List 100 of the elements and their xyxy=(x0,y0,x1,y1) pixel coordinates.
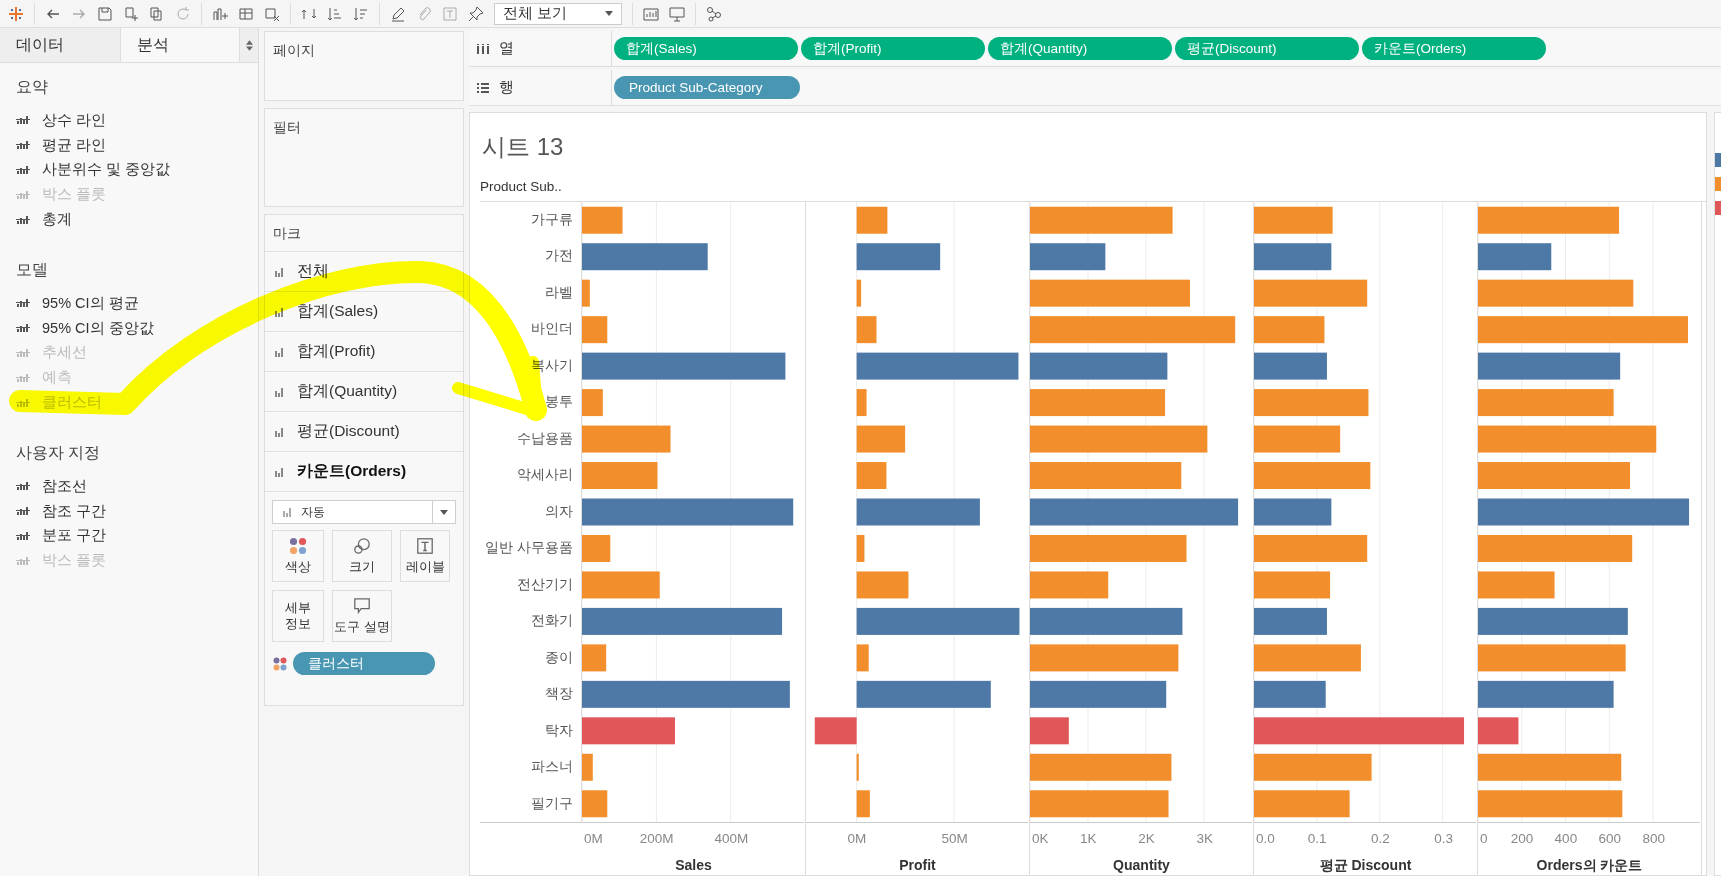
bar[interactable] xyxy=(1254,717,1465,745)
bar[interactable] xyxy=(1478,571,1555,599)
mark-property-button[interactable]: 세부 정보 xyxy=(272,590,324,642)
sort-descending-icon[interactable] xyxy=(353,5,369,22)
bar[interactable] xyxy=(1254,790,1350,818)
bar[interactable] xyxy=(582,498,794,526)
bar[interactable] xyxy=(1254,425,1341,453)
bar[interactable] xyxy=(1478,352,1621,380)
share-icon[interactable] xyxy=(706,5,722,22)
bar[interactable] xyxy=(1030,243,1106,271)
marks-tab[interactable]: 합계(Profit) xyxy=(265,332,463,372)
bar[interactable] xyxy=(1030,753,1172,781)
bar[interactable] xyxy=(856,243,941,271)
bar[interactable] xyxy=(1030,498,1239,526)
bar[interactable] xyxy=(1030,316,1236,344)
bar[interactable] xyxy=(814,717,857,745)
bar[interactable] xyxy=(1478,753,1622,781)
analytics-item[interactable]: 참조 구간 xyxy=(0,498,258,524)
sort-arrows-icon[interactable] xyxy=(246,39,253,51)
bar[interactable] xyxy=(1030,534,1187,562)
bar[interactable] xyxy=(1254,607,1327,635)
clear-sheet-icon[interactable] xyxy=(264,5,280,22)
bar[interactable] xyxy=(1254,753,1372,781)
bar[interactable] xyxy=(1254,534,1368,562)
bar[interactable] xyxy=(1254,352,1327,380)
pin-icon[interactable] xyxy=(468,5,484,22)
chart-add-icon[interactable] xyxy=(212,5,228,22)
bar[interactable] xyxy=(1478,389,1614,417)
bar[interactable] xyxy=(856,352,1019,380)
mark-property-button[interactable]: 크기 xyxy=(332,530,392,582)
bar[interactable] xyxy=(856,279,862,307)
bar[interactable] xyxy=(1254,206,1333,234)
bar[interactable] xyxy=(856,498,980,526)
bar[interactable] xyxy=(1254,498,1332,526)
bar[interactable] xyxy=(1478,279,1634,307)
analytics-item[interactable]: 상수 라인 xyxy=(0,108,258,133)
bar[interactable] xyxy=(582,462,658,490)
bar[interactable] xyxy=(582,644,607,672)
bar[interactable] xyxy=(856,571,909,599)
bar[interactable] xyxy=(582,571,660,599)
bar[interactable] xyxy=(856,389,867,417)
bar[interactable] xyxy=(1478,316,1688,344)
bar[interactable] xyxy=(1030,571,1109,599)
bar[interactable] xyxy=(582,352,786,380)
bar[interactable] xyxy=(1478,607,1628,635)
refresh-icon[interactable] xyxy=(175,5,191,22)
bar[interactable] xyxy=(1478,644,1626,672)
logo-icon[interactable] xyxy=(8,5,24,22)
bar[interactable] xyxy=(856,425,906,453)
bar[interactable] xyxy=(856,316,877,344)
bar[interactable] xyxy=(1030,680,1167,708)
pen-icon[interactable] xyxy=(390,5,406,22)
bar[interactable] xyxy=(582,680,790,708)
presentation-icon[interactable] xyxy=(669,5,685,22)
save-icon[interactable] xyxy=(97,5,113,22)
bar[interactable] xyxy=(856,462,887,490)
bar[interactable] xyxy=(1254,462,1371,490)
bar[interactable] xyxy=(1478,206,1620,234)
marks-tab[interactable]: 평균(Discount) xyxy=(265,412,463,452)
bar[interactable] xyxy=(1478,498,1690,526)
bar[interactable] xyxy=(1030,425,1208,453)
chart-icon[interactable] xyxy=(643,5,659,22)
bar[interactable] xyxy=(582,753,593,781)
mark-property-button[interactable]: 레이블 xyxy=(400,530,450,582)
marks-tab[interactable]: 전체 xyxy=(265,252,463,292)
bar[interactable] xyxy=(1254,243,1332,271)
bar[interactable] xyxy=(1030,607,1183,635)
analytics-item[interactable]: 평균 라인 xyxy=(0,132,258,158)
bar[interactable] xyxy=(856,753,859,781)
analytics-item[interactable]: 95% CI의 평균 xyxy=(0,291,258,316)
bar[interactable] xyxy=(1478,790,1623,818)
marks-tab[interactable]: 합계(Sales) xyxy=(265,292,463,332)
bar[interactable] xyxy=(1478,243,1552,271)
mark-property-button[interactable]: 도구 설명 xyxy=(332,590,392,642)
side-tab[interactable]: 분석 xyxy=(120,28,240,62)
bar[interactable] xyxy=(582,790,608,818)
analytics-item[interactable]: 분포 구간 xyxy=(0,523,258,549)
mark-property-button[interactable]: 색상 xyxy=(272,530,324,582)
bar[interactable] xyxy=(1030,790,1169,818)
bar[interactable] xyxy=(582,607,783,635)
bar[interactable] xyxy=(1478,717,1519,745)
bar[interactable] xyxy=(1254,279,1368,307)
duplicate-icon[interactable] xyxy=(149,5,165,22)
analytics-item[interactable]: 참조선 xyxy=(0,473,258,499)
bar[interactable] xyxy=(856,534,865,562)
bar[interactable] xyxy=(1254,571,1331,599)
bar[interactable] xyxy=(856,607,1020,635)
bar[interactable] xyxy=(582,316,608,344)
bar[interactable] xyxy=(1254,316,1325,344)
sort-ascending-icon[interactable] xyxy=(327,5,343,22)
bar[interactable] xyxy=(582,389,603,417)
analytics-item[interactable]: 95% CI의 중앙값 xyxy=(0,315,258,341)
analytics-item[interactable]: 사분위수 및 중앙값 xyxy=(0,157,258,183)
bar[interactable] xyxy=(582,243,708,271)
bar[interactable] xyxy=(1030,279,1190,307)
bar[interactable] xyxy=(1478,534,1633,562)
bar[interactable] xyxy=(1030,389,1166,417)
bar[interactable] xyxy=(1254,389,1369,417)
marks-tab[interactable]: 카운트(Orders) xyxy=(265,452,463,492)
view-dropdown[interactable]: 전체 보기 xyxy=(494,2,622,25)
